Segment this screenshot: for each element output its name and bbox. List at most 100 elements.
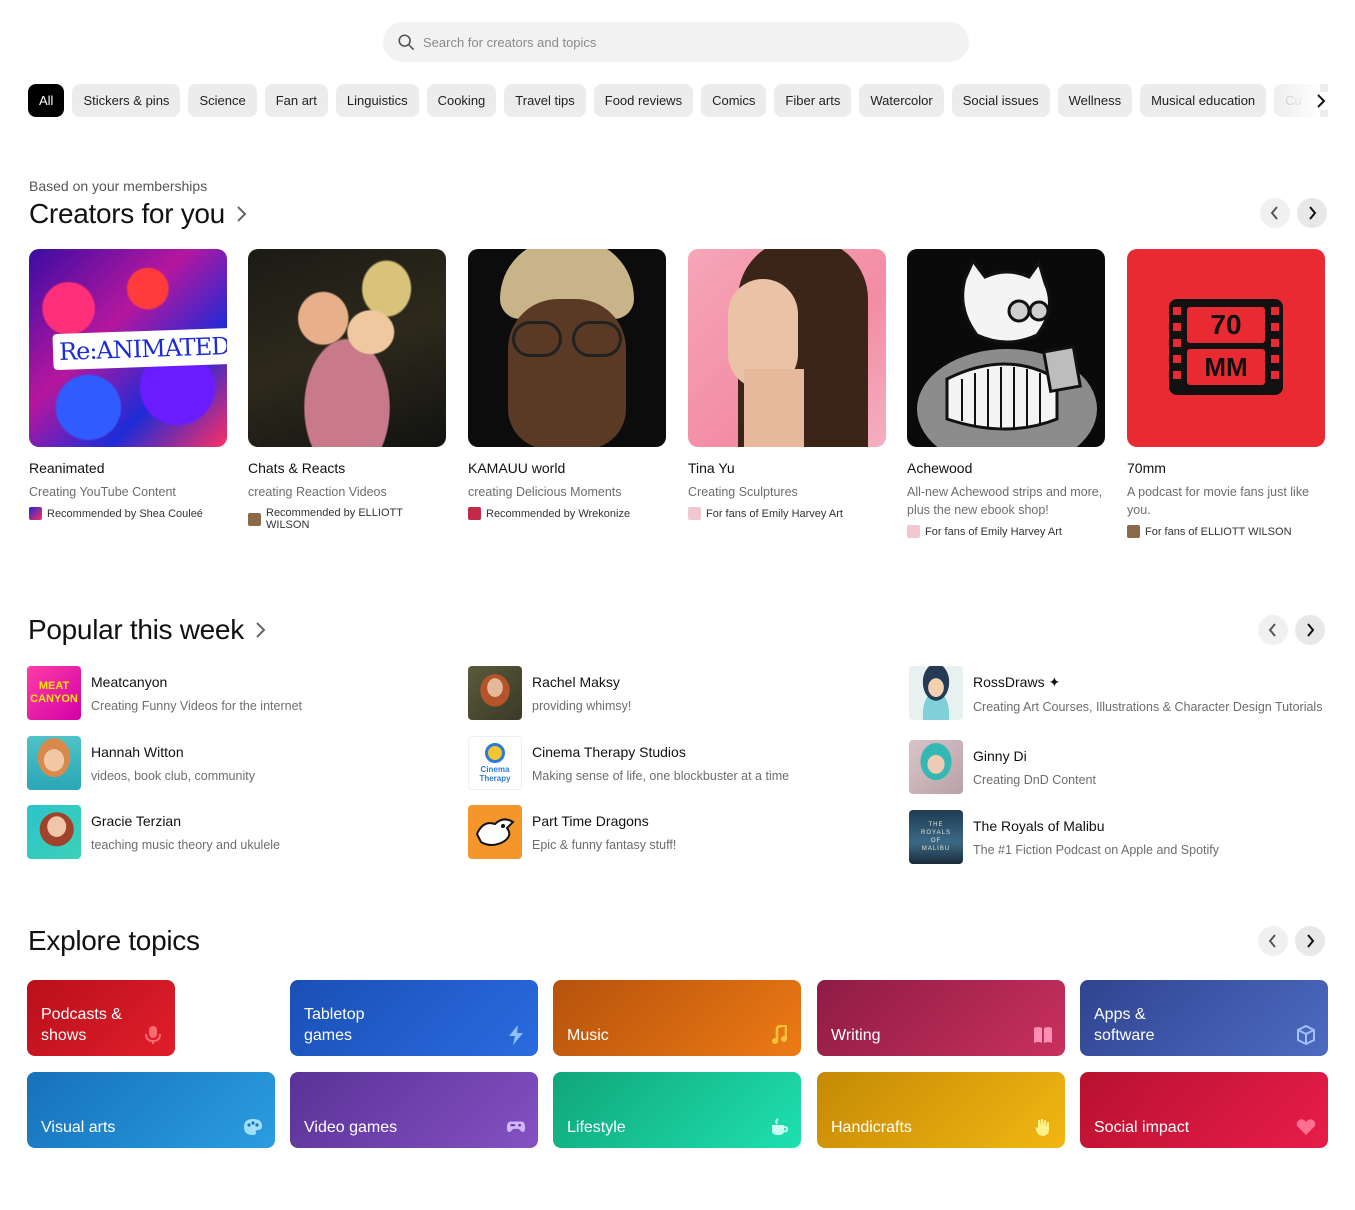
chip-comics[interactable]: Comics [701, 84, 767, 117]
popular-item[interactable]: Rachel Maksy providing whimsy! [468, 666, 888, 720]
creator-thumbnail: Re:ANIMATED [29, 249, 227, 447]
recommender-avatar [248, 512, 261, 526]
topic-label: Lifestyle [567, 1119, 626, 1136]
film-text-bottom: MM [1187, 349, 1265, 385]
carousel-next-button[interactable] [1295, 615, 1325, 645]
recommender-avatar [688, 507, 701, 520]
topic-label: Handicrafts [831, 1119, 912, 1136]
creator-name: Gracie Terzian [91, 813, 182, 829]
book-icon [1033, 1025, 1053, 1045]
creator-card[interactable]: Re:ANIMATED Reanimated Creating YouTube … [29, 249, 227, 520]
creator-card[interactable]: Chats & Reacts creating Reaction Videos … [248, 249, 446, 531]
recommendation-text: Recommended by Wrekonize [486, 507, 631, 520]
recommendation: For fans of ELLIOTT WILSON [1127, 525, 1325, 538]
chevron-right-icon [1307, 623, 1315, 637]
creator-card[interactable]: Achewood All-new Achewood strips and mor… [907, 249, 1105, 538]
creator-avatar: Cinema Therapy [468, 736, 522, 790]
carousel-next-button[interactable] [1297, 198, 1327, 228]
creator-card[interactable]: KAMAUU world creating Delicious Moments … [468, 249, 666, 520]
chevron-left-icon [1268, 623, 1276, 637]
topic-lifestyle[interactable]: Lifestyle [553, 1072, 801, 1148]
popular-item[interactable]: Cinema Therapy Cinema Therapy Studios Ma… [468, 736, 888, 790]
chip-cooking[interactable]: Cooking [426, 84, 497, 117]
creator-name: Reanimated [29, 460, 105, 476]
carousel-prev-button[interactable] [1260, 198, 1290, 228]
creator-thumbnail: 70 MM [1127, 249, 1325, 447]
creator-description: Making sense of life, one blockbuster at… [532, 769, 790, 783]
topic-apps-software[interactable]: Apps & software [1080, 980, 1328, 1056]
chip-all[interactable]: All [28, 84, 65, 117]
creator-avatar [909, 666, 963, 720]
chip-social-issues[interactable]: Social issues [951, 84, 1050, 117]
creator-thumbnail [688, 249, 886, 447]
search-icon [398, 34, 415, 51]
chip-musical-education[interactable]: Musical education [1140, 84, 1267, 117]
carousel-prev-button[interactable] [1258, 615, 1288, 645]
creator-name: RossDraws ✦ [973, 674, 1061, 690]
recommender-avatar [468, 507, 481, 520]
glasses-left [512, 321, 562, 357]
chevron-right-icon [237, 206, 247, 222]
chip-linguistics[interactable]: Linguistics [335, 84, 419, 117]
popular-item[interactable]: Part Time Dragons Epic & funny fantasy s… [468, 805, 888, 859]
creators-section-title[interactable]: Creators for you [29, 198, 247, 230]
creator-avatar [468, 666, 522, 720]
topic-writing[interactable]: Writing [817, 980, 1065, 1056]
creator-card[interactable]: 70 MM 70mm A podcast for movie fans just… [1127, 249, 1325, 538]
creator-description: A podcast for movie fans just like you. [1127, 485, 1310, 517]
creator-name: Rachel Maksy [532, 674, 620, 690]
creator-description: Creating YouTube Content [29, 485, 176, 499]
creator-thumbnail [248, 249, 446, 447]
chevron-left-icon [1268, 934, 1276, 948]
search-input[interactable] [423, 34, 923, 50]
reanimated-logo: Re:ANIMATED [52, 327, 227, 371]
creator-avatar [27, 805, 81, 859]
chip-science[interactable]: Science [188, 84, 257, 117]
creator-card[interactable]: Tina Yu Creating Sculptures For fans of … [688, 249, 886, 520]
recommendation-text: Recommended by Shea Couleé [47, 507, 203, 520]
topic-label: Podcasts & shows [41, 1006, 122, 1044]
topic-label: Music [567, 1027, 609, 1044]
popular-item[interactable]: Hannah Witton videos, book club, communi… [27, 736, 447, 790]
popular-item[interactable]: Gracie Terzian teaching music theory and… [27, 805, 447, 859]
creator-description: Creating Funny Videos for the internet [91, 699, 303, 713]
chevron-right-icon[interactable] [1314, 92, 1328, 110]
popular-item[interactable]: MEAT CANYON Meatcanyon Creating Funny Vi… [27, 666, 447, 720]
search-bar[interactable] [383, 22, 969, 62]
topic-tabletop-games[interactable]: Tabletop games [290, 980, 538, 1056]
creator-name: Cinema Therapy Studios [532, 744, 686, 760]
avatar-text-bottom: CANYON [30, 693, 78, 705]
recommender-avatar [29, 507, 42, 520]
chip-stickers-pins[interactable]: Stickers & pins [72, 84, 181, 117]
chip-watercolor[interactable]: Watercolor [859, 84, 944, 117]
chip-food-reviews[interactable]: Food reviews [593, 84, 694, 117]
topic-social-impact[interactable]: Social impact [1080, 1072, 1328, 1148]
creator-name: The Royals of Malibu [973, 818, 1105, 834]
chip-travel-tips[interactable]: Travel tips [504, 84, 586, 117]
topic-music[interactable]: Music [553, 980, 801, 1056]
chip-fiber-arts[interactable]: Fiber arts [774, 84, 852, 117]
chip-fan-art[interactable]: Fan art [264, 84, 328, 117]
popular-item[interactable]: Ginny Di Creating DnD Content [909, 740, 1329, 794]
topic-video-games[interactable]: Video games [290, 1072, 538, 1148]
popular-item[interactable]: THE ROYALS OF MALIBU The Royals of Malib… [909, 810, 1329, 864]
film-text-top: 70 [1187, 307, 1265, 343]
avatar-logo-text: THE ROYALS OF MALIBU [921, 822, 951, 852]
microphone-icon [143, 1025, 163, 1045]
carousel-prev-button[interactable] [1258, 926, 1288, 956]
heart-icon [1296, 1117, 1316, 1137]
carousel-next-button[interactable] [1295, 926, 1325, 956]
section-title-text: Popular this week [28, 614, 244, 645]
chip-wellness[interactable]: Wellness [1057, 84, 1133, 117]
recommendation-text: Recommended by ELLIOTT WILSON [266, 507, 403, 531]
topic-label: Apps & software [1094, 1006, 1155, 1044]
creator-avatar: THE ROYALS OF MALIBU [909, 810, 963, 864]
avatar-logo-text: Cinema Therapy [479, 765, 511, 783]
topic-podcasts-shows[interactable]: Podcasts & shows [27, 980, 175, 1056]
popular-item[interactable]: RossDraws ✦ Creating Art Courses, Illust… [909, 666, 1329, 720]
topics-section-title: Explore topics [28, 925, 200, 957]
topic-visual-arts[interactable]: Visual arts [27, 1072, 275, 1148]
popular-section-title[interactable]: Popular this week [28, 614, 266, 646]
recommendation-text: For fans of Emily Harvey Art [706, 507, 843, 520]
topic-handicrafts[interactable]: Handicrafts [817, 1072, 1065, 1148]
